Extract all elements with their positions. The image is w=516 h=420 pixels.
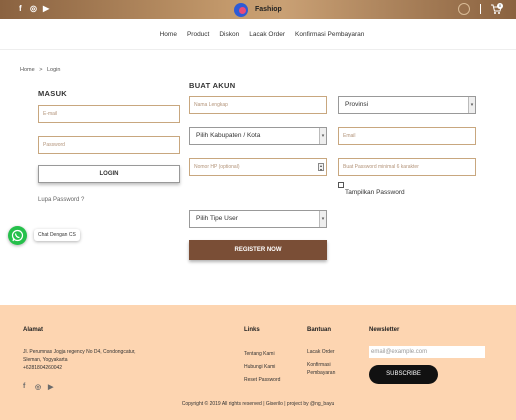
city-select[interactable]: Pilih Kabupaten / Kota ▾	[189, 127, 327, 145]
province-select[interactable]: Provinsi ▾	[338, 96, 476, 114]
footer-link-hubungi-kami[interactable]: Hubungi Kami	[244, 361, 280, 374]
whatsapp-button[interactable]	[8, 226, 27, 245]
footer-link-konfirmasi[interactable]: Konfirmasi	[307, 361, 335, 369]
footer-address-line: Jl. Perumnas Jogja regency No D4, Condon…	[23, 349, 136, 355]
footer-address-title: Alamat	[23, 327, 44, 333]
fullname-field[interactable]: Nama Lengkap	[189, 96, 327, 114]
chevron-down-icon: ▾	[319, 211, 326, 227]
register-password-field[interactable]: Buat Password minimal 6 karakter	[338, 158, 476, 176]
chevron-down-icon: ▾	[319, 128, 326, 144]
user-type-select[interactable]: Pilih Tipe User ▾	[189, 210, 327, 228]
phone-field[interactable]: Nomor HP (optional) ▴ ▾	[189, 158, 327, 176]
footer-youtube-icon[interactable]: ▶	[48, 383, 53, 391]
subscribe-button[interactable]: SUBSCRIBE	[369, 365, 438, 384]
top-bar: f ◎ ▶ Fashiop 0	[0, 0, 516, 19]
breadcrumb-separator: >	[39, 67, 43, 73]
footer-link-tentang-kami[interactable]: Tentang Kami	[244, 348, 280, 361]
city-select-value: Pilih Kabupaten / Kota	[196, 132, 261, 139]
footer-facebook-icon[interactable]: f	[23, 383, 25, 390]
province-select-value: Provinsi	[345, 101, 369, 108]
breadcrumb: Home > Login	[20, 67, 60, 73]
user-icon[interactable]	[458, 3, 470, 15]
register-button[interactable]: REGISTER NOW	[189, 240, 327, 260]
nav-item-diskon[interactable]: Diskon	[219, 31, 239, 38]
brand-name: Fashiop	[255, 6, 282, 13]
nav-item-home[interactable]: Home	[160, 31, 177, 38]
forgot-password-link[interactable]: Lupa Password ?	[38, 197, 84, 203]
youtube-icon[interactable]: ▶	[43, 4, 49, 13]
footer-address: Jl. Perumnas Jogja regency No D4, Condon…	[23, 348, 136, 372]
show-password-checkbox[interactable]	[338, 182, 344, 188]
login-button[interactable]: LOGIN	[38, 165, 180, 183]
register-title: BUAT AKUN	[189, 81, 236, 90]
copyright: Copyright © 2019 All rights reserved | G…	[181, 401, 335, 407]
footer-instagram-icon[interactable]: ◎	[35, 383, 41, 391]
main-nav: Home Product Diskon Lacak Order Konfirma…	[0, 19, 516, 50]
footer-help-title: Bantuan	[307, 327, 331, 333]
chat-with-cs-label[interactable]: Chat Dengan CS	[34, 229, 80, 241]
nav-item-lacak-order[interactable]: Lacak Order	[249, 31, 285, 38]
login-password-field[interactable]: Password	[38, 136, 180, 154]
show-password-label[interactable]: Tampilkan Password	[345, 189, 405, 196]
footer-link-reset-password[interactable]: Reset Password	[244, 374, 280, 387]
phone-field-placeholder: Nomor HP (optional)	[194, 164, 240, 170]
breadcrumb-home[interactable]: Home	[20, 67, 35, 73]
user-type-select-value: Pilih Tipe User	[196, 215, 238, 222]
whatsapp-icon	[11, 229, 24, 242]
footer-help: Lacak Order Konfirmasi Pembayaran	[307, 348, 335, 377]
nav-item-product[interactable]: Product	[187, 31, 209, 38]
footer-links-title: Links	[244, 327, 260, 333]
footer-newsletter-title: Newsletter	[369, 327, 400, 333]
facebook-icon[interactable]: f	[19, 4, 22, 13]
register-email-field[interactable]: Email	[338, 127, 476, 145]
logo-icon	[234, 2, 248, 17]
instagram-icon[interactable]: ◎	[30, 4, 37, 13]
footer-phone: +6281804260042	[23, 365, 63, 371]
footer-link-lacak-order[interactable]: Lacak Order	[307, 348, 335, 356]
divider	[480, 4, 481, 14]
footer-link-pembayaran[interactable]: Pembayaran	[307, 369, 335, 377]
number-spinner[interactable]: ▴ ▾	[318, 163, 324, 172]
cart-count-badge: 0	[497, 3, 503, 9]
footer-address-line: Sleman, Yogyakarta	[23, 357, 68, 363]
login-title: MASUK	[38, 89, 67, 98]
login-email-field[interactable]: E-mail	[38, 105, 180, 123]
chevron-down-icon: ▾	[468, 97, 475, 113]
breadcrumb-current: Login	[46, 67, 61, 73]
footer-links: Tentang Kami Hubungi Kami Reset Password	[244, 348, 280, 387]
nav-item-konfirmasi-pembayaran[interactable]: Konfirmasi Pembayaran	[295, 31, 364, 38]
brand-logo[interactable]: Fashiop	[234, 2, 282, 17]
newsletter-email-input[interactable]: email@example.com	[369, 346, 485, 358]
